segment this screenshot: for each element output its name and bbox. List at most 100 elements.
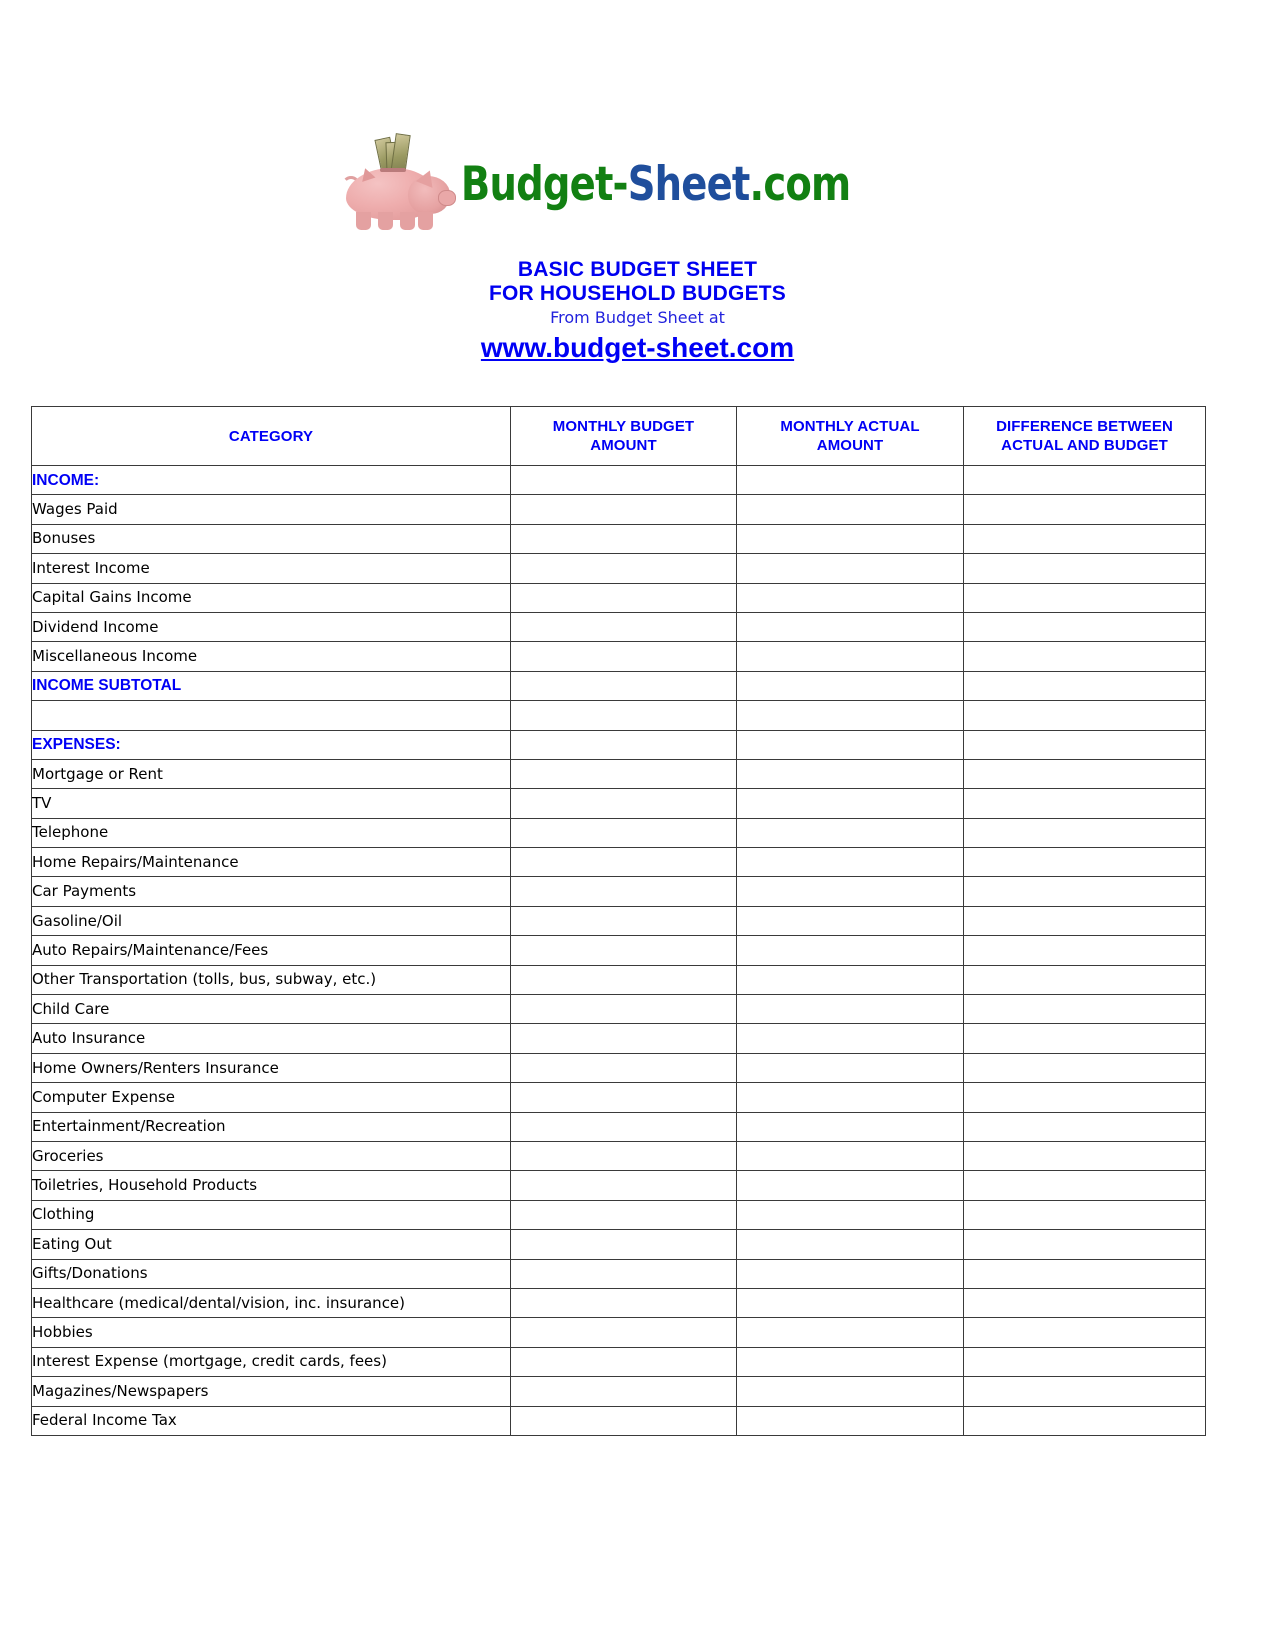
monthly-budget-input-cell[interactable] [510, 729, 737, 760]
monthly-actual-input-cell[interactable] [736, 876, 964, 907]
difference-input-cell[interactable] [963, 1140, 1206, 1172]
monthly-budget-input-cell[interactable] [510, 758, 737, 790]
difference-input-cell[interactable] [963, 1023, 1206, 1054]
monthly-actual-input-cell[interactable] [736, 905, 964, 937]
difference-input-cell[interactable] [963, 817, 1206, 849]
difference-input-cell[interactable] [963, 1258, 1206, 1289]
difference-input-cell[interactable] [963, 1170, 1206, 1201]
difference-input-cell[interactable] [963, 729, 1206, 760]
monthly-actual-input-cell[interactable] [736, 1023, 964, 1054]
monthly-actual-input-cell[interactable] [736, 1170, 964, 1201]
difference-input-cell[interactable] [963, 1199, 1206, 1231]
difference-input-cell[interactable] [963, 1052, 1206, 1084]
monthly-actual-input-cell[interactable] [736, 788, 964, 819]
monthly-budget-input-cell[interactable] [510, 1023, 737, 1054]
monthly-budget-input-cell[interactable] [510, 700, 737, 731]
monthly-actual-input-cell[interactable] [736, 670, 964, 702]
monthly-actual-input-cell[interactable] [736, 464, 964, 496]
monthly-actual-input-cell[interactable] [736, 1140, 964, 1172]
difference-input-cell[interactable] [963, 847, 1206, 878]
monthly-budget-input-cell[interactable] [510, 582, 737, 613]
monthly-actual-input-cell[interactable] [736, 553, 964, 584]
monthly-budget-input-cell[interactable] [510, 876, 737, 907]
monthly-actual-input-cell[interactable] [736, 964, 964, 996]
monthly-actual-input-cell[interactable] [736, 1052, 964, 1084]
difference-input-cell[interactable] [963, 935, 1206, 966]
difference-input-cell[interactable] [963, 464, 1206, 496]
monthly-actual-input-cell[interactable] [736, 611, 964, 643]
monthly-budget-input-cell[interactable] [510, 553, 737, 584]
monthly-actual-input-cell[interactable] [736, 1258, 964, 1289]
difference-input-cell[interactable] [963, 1405, 1206, 1436]
monthly-budget-input-cell[interactable] [510, 1287, 737, 1319]
monthly-budget-input-cell[interactable] [510, 994, 737, 1025]
difference-input-cell[interactable] [963, 641, 1206, 672]
monthly-budget-input-cell[interactable] [510, 905, 737, 937]
difference-input-cell[interactable] [963, 905, 1206, 937]
difference-input-cell[interactable] [963, 1111, 1206, 1142]
monthly-budget-input-cell[interactable] [510, 523, 737, 555]
monthly-actual-input-cell[interactable] [736, 1317, 964, 1348]
monthly-budget-input-cell[interactable] [510, 847, 737, 878]
difference-input-cell[interactable] [963, 1082, 1206, 1113]
monthly-budget-input-cell[interactable] [510, 641, 737, 672]
monthly-actual-input-cell[interactable] [736, 994, 964, 1025]
difference-input-cell[interactable] [963, 670, 1206, 702]
monthly-budget-input-cell[interactable] [510, 1317, 737, 1348]
monthly-budget-input-cell[interactable] [510, 788, 737, 819]
monthly-budget-input-cell[interactable] [510, 935, 737, 966]
monthly-actual-input-cell[interactable] [736, 641, 964, 672]
monthly-budget-input-cell[interactable] [510, 1170, 737, 1201]
difference-input-cell[interactable] [963, 758, 1206, 790]
monthly-actual-input-cell[interactable] [736, 1405, 964, 1436]
monthly-actual-input-cell[interactable] [736, 817, 964, 849]
monthly-actual-input-cell[interactable] [736, 1376, 964, 1407]
difference-input-cell[interactable] [963, 788, 1206, 819]
monthly-actual-input-cell[interactable] [736, 1346, 964, 1378]
difference-input-cell[interactable] [963, 994, 1206, 1025]
difference-input-cell[interactable] [963, 964, 1206, 996]
monthly-budget-input-cell[interactable] [510, 670, 737, 702]
monthly-actual-input-cell[interactable] [736, 582, 964, 613]
monthly-actual-input-cell[interactable] [736, 729, 964, 760]
monthly-actual-input-cell[interactable] [736, 523, 964, 555]
monthly-budget-input-cell[interactable] [510, 1082, 737, 1113]
monthly-actual-input-cell[interactable] [736, 1199, 964, 1231]
site-url-link[interactable]: www.budget-sheet.com [481, 331, 794, 365]
monthly-budget-input-cell[interactable] [510, 1258, 737, 1289]
monthly-budget-input-cell[interactable] [510, 611, 737, 643]
monthly-actual-input-cell[interactable] [736, 1111, 964, 1142]
monthly-actual-input-cell[interactable] [736, 1287, 964, 1319]
difference-input-cell[interactable] [963, 523, 1206, 555]
monthly-actual-input-cell[interactable] [736, 935, 964, 966]
monthly-budget-input-cell[interactable] [510, 1346, 737, 1378]
monthly-actual-input-cell[interactable] [736, 1229, 964, 1260]
monthly-budget-input-cell[interactable] [510, 1376, 737, 1407]
difference-input-cell[interactable] [963, 1376, 1206, 1407]
monthly-budget-input-cell[interactable] [510, 494, 737, 525]
difference-input-cell[interactable] [963, 1229, 1206, 1260]
monthly-actual-input-cell[interactable] [736, 758, 964, 790]
monthly-actual-input-cell[interactable] [736, 1082, 964, 1113]
monthly-budget-input-cell[interactable] [510, 1111, 737, 1142]
monthly-budget-input-cell[interactable] [510, 464, 737, 496]
difference-input-cell[interactable] [963, 876, 1206, 907]
monthly-budget-input-cell[interactable] [510, 1140, 737, 1172]
monthly-budget-input-cell[interactable] [510, 1405, 737, 1436]
monthly-actual-input-cell[interactable] [736, 700, 964, 731]
difference-input-cell[interactable] [963, 553, 1206, 584]
monthly-budget-input-cell[interactable] [510, 1229, 737, 1260]
monthly-budget-input-cell[interactable] [510, 1052, 737, 1084]
monthly-budget-input-cell[interactable] [510, 1199, 737, 1231]
difference-input-cell[interactable] [963, 611, 1206, 643]
difference-input-cell[interactable] [963, 700, 1206, 731]
monthly-actual-input-cell[interactable] [736, 494, 964, 525]
difference-input-cell[interactable] [963, 582, 1206, 613]
difference-input-cell[interactable] [963, 494, 1206, 525]
monthly-actual-input-cell[interactable] [736, 847, 964, 878]
difference-input-cell[interactable] [963, 1317, 1206, 1348]
difference-input-cell[interactable] [963, 1346, 1206, 1378]
monthly-budget-input-cell[interactable] [510, 817, 737, 849]
difference-input-cell[interactable] [963, 1287, 1206, 1319]
monthly-budget-input-cell[interactable] [510, 964, 737, 996]
